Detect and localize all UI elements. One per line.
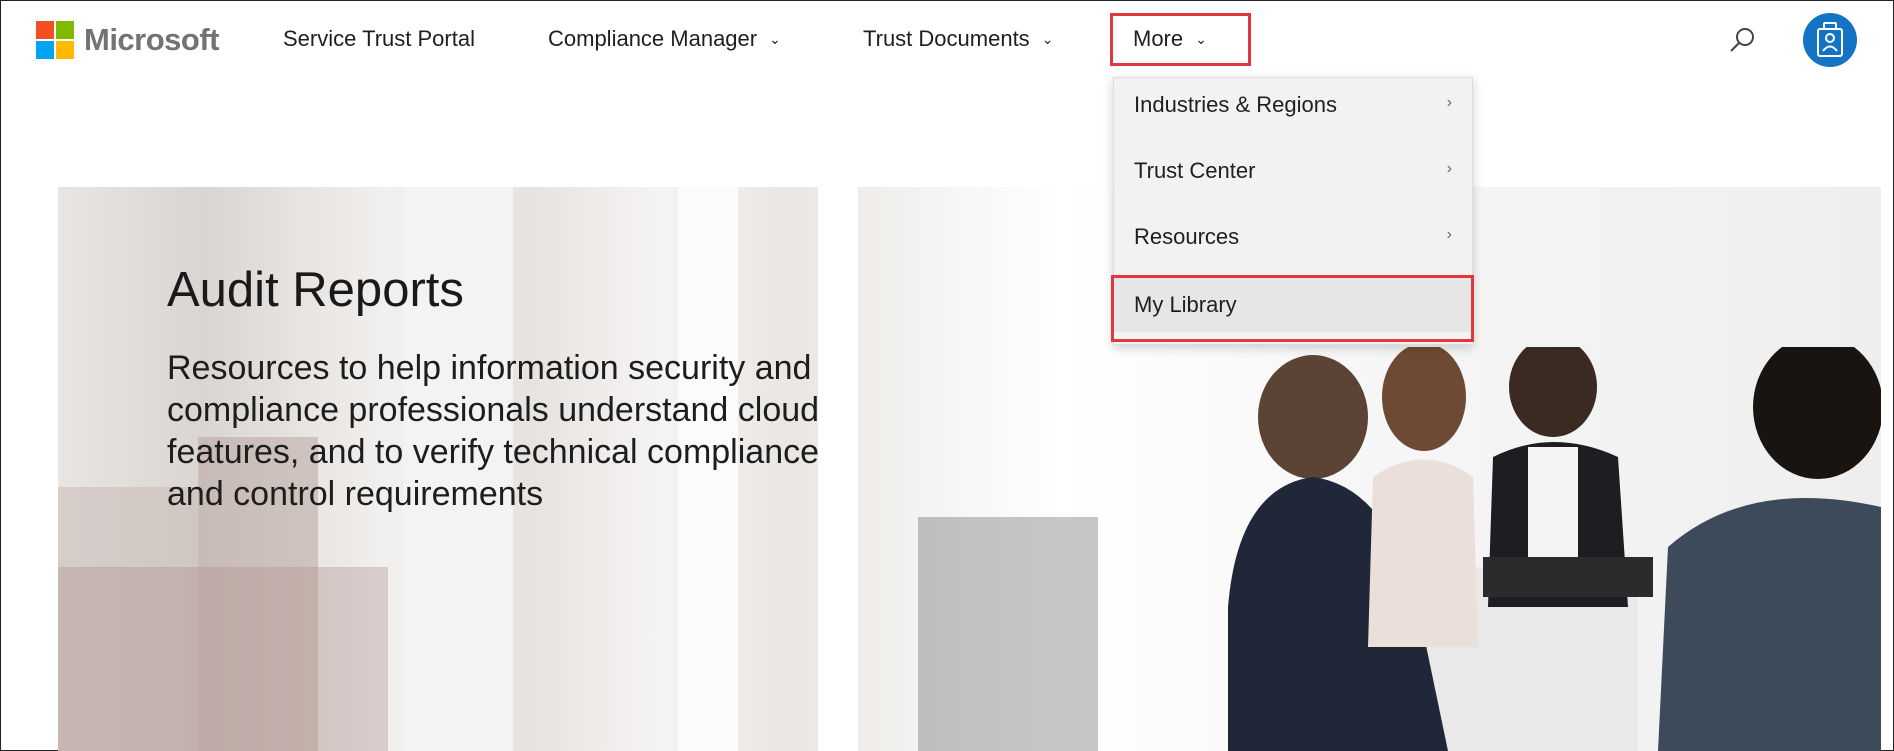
nav-label: Service Trust Portal bbox=[283, 26, 475, 51]
nav-service-trust-portal[interactable]: Service Trust Portal bbox=[283, 26, 475, 52]
nav-label: Compliance Manager bbox=[548, 26, 758, 51]
hero-banner: Audit Reports Resources to help informat… bbox=[58, 187, 1881, 751]
search-icon[interactable] bbox=[1728, 26, 1756, 54]
chevron-down-icon: ⌄ bbox=[769, 31, 781, 47]
menu-item-label: Resources bbox=[1134, 224, 1240, 249]
menu-item-resources[interactable]: Resources › bbox=[1114, 210, 1472, 264]
badge-icon bbox=[1817, 22, 1843, 57]
chevron-right-icon: › bbox=[1446, 226, 1452, 243]
more-highlight-box bbox=[1110, 13, 1251, 66]
site-header: Microsoft Service Trust Portal Complianc… bbox=[0, 0, 1894, 84]
nav-compliance-manager[interactable]: Compliance Manager ⌄ bbox=[548, 26, 781, 52]
chevron-right-icon: › bbox=[1446, 94, 1452, 111]
menu-item-label: Trust Center bbox=[1134, 158, 1256, 183]
menu-item-trust-center[interactable]: Trust Center › bbox=[1114, 144, 1472, 198]
page-title: Audit Reports bbox=[167, 262, 464, 317]
microsoft-logo-icon bbox=[36, 21, 74, 59]
microsoft-logo[interactable]: Microsoft bbox=[36, 21, 220, 59]
nav-trust-documents[interactable]: Trust Documents ⌄ bbox=[863, 26, 1053, 52]
my-library-highlight-box bbox=[1111, 275, 1474, 342]
people-meeting-photo bbox=[1228, 347, 1881, 751]
window-grate bbox=[918, 517, 1098, 751]
brand-name: Microsoft bbox=[84, 22, 220, 57]
background-building bbox=[58, 567, 388, 751]
menu-item-industries-regions[interactable]: Industries & Regions › bbox=[1114, 78, 1472, 132]
page-description: Resources to help information security a… bbox=[167, 349, 820, 513]
nav-label: Trust Documents bbox=[863, 26, 1030, 51]
avatar[interactable] bbox=[1803, 13, 1857, 67]
chevron-right-icon: › bbox=[1446, 160, 1452, 177]
chevron-down-icon: ⌄ bbox=[1041, 31, 1054, 47]
menu-item-label: Industries & Regions bbox=[1134, 92, 1337, 117]
